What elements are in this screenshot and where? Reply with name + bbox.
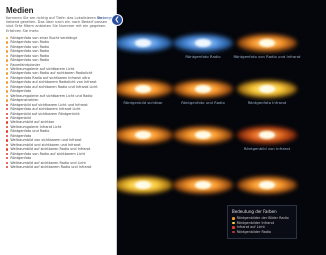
category-dot-icon bbox=[6, 90, 9, 93]
category-dot-icon bbox=[6, 41, 9, 44]
category-dot-icon bbox=[6, 81, 9, 84]
category-dot-icon bbox=[6, 99, 9, 102]
category-dot-icon bbox=[6, 125, 9, 129]
galaxy-tile[interactable]: Röntgenbild von Infrarot bbox=[232, 112, 302, 158]
chevron-left-icon: ❮ bbox=[114, 16, 120, 23]
galaxy-core bbox=[259, 85, 275, 93]
category-dot-icon bbox=[6, 134, 9, 138]
category-dot-icon bbox=[6, 36, 9, 40]
category-dot-icon bbox=[6, 112, 9, 115]
galaxy-tile-label: Röntgenfoto Infrarot bbox=[247, 100, 287, 105]
category-dot-icon bbox=[6, 63, 9, 66]
media-list-item[interactable]: Weltraumbild auf sichtbarem Radio und In… bbox=[6, 165, 112, 169]
category-dot-icon bbox=[6, 108, 9, 111]
category-dot-icon bbox=[6, 121, 9, 124]
media-side-panel: Medien Kommen Sie am richtig auf Tiefe: … bbox=[0, 0, 117, 255]
category-dot-icon bbox=[6, 68, 9, 71]
category-dot-icon bbox=[6, 161, 9, 164]
galaxy-tile[interactable]: Röntgenfoto und Radio bbox=[168, 66, 238, 112]
galaxy-core bbox=[195, 85, 211, 93]
galaxy-tile[interactable] bbox=[232, 162, 302, 208]
legend-row: Röntgenbilder Radio bbox=[232, 230, 292, 235]
galaxy-core bbox=[135, 85, 151, 93]
category-dot-icon bbox=[6, 148, 9, 151]
legend-title: Bedeutung der Farben bbox=[232, 209, 277, 214]
category-dot-icon bbox=[6, 117, 9, 120]
category-dot-icon bbox=[6, 143, 9, 147]
color-legend: Bedeutung der Farben Röntgenbilder der B… bbox=[227, 205, 297, 239]
legend-dot-icon bbox=[232, 230, 235, 234]
legend-dot-icon bbox=[232, 226, 235, 229]
galaxy-core bbox=[259, 39, 275, 47]
galaxy-core bbox=[195, 181, 211, 189]
category-dot-icon bbox=[6, 50, 9, 53]
galaxy-core bbox=[259, 181, 275, 189]
category-dot-icon bbox=[6, 85, 9, 89]
category-dot-icon bbox=[6, 139, 9, 142]
category-dot-icon bbox=[6, 94, 9, 98]
galaxy-tile-label: Röntgenfoto und Radio bbox=[181, 100, 225, 105]
category-dot-icon bbox=[6, 157, 9, 160]
galaxy-core bbox=[195, 131, 211, 139]
legend-dot-icon bbox=[232, 221, 235, 225]
category-dot-icon bbox=[6, 76, 9, 80]
galaxy-core bbox=[135, 181, 151, 189]
collapse-panel-button[interactable]: ❮ bbox=[111, 14, 123, 26]
media-list-item-label: Weltraumbild auf sichtbarem Radio und In… bbox=[10, 164, 92, 169]
category-dot-icon bbox=[6, 59, 9, 62]
galaxy-tile[interactable] bbox=[168, 112, 238, 158]
galaxy-core bbox=[195, 39, 211, 47]
category-dot-icon bbox=[6, 45, 9, 49]
media-list: Röntgenfoto von einer Bucht verdrängt Rön… bbox=[6, 36, 112, 170]
category-dot-icon bbox=[6, 72, 9, 75]
galaxy-tile[interactable]: Röntgenfoto Radio bbox=[168, 20, 238, 66]
galaxy-core bbox=[135, 131, 151, 139]
panel-title: Medien bbox=[6, 6, 34, 15]
galaxy-tile[interactable] bbox=[168, 162, 238, 208]
category-dot-icon bbox=[6, 130, 9, 133]
galaxy-tile-label: Röntgenbild von Infrarot bbox=[243, 146, 291, 151]
category-dot-icon bbox=[6, 103, 9, 107]
category-dot-icon bbox=[6, 165, 9, 169]
category-dot-icon bbox=[6, 152, 9, 156]
legend-label: Röntgenbilder Radio bbox=[236, 229, 272, 234]
category-dot-icon bbox=[6, 54, 9, 58]
galaxy-tile-label: Röntgenfoto Radio bbox=[185, 54, 221, 59]
legend-rows: Röntgenbilder der Bilder Radio Röntgenbil… bbox=[232, 216, 292, 234]
legend-dot-icon bbox=[232, 217, 235, 220]
galaxy-core bbox=[259, 131, 275, 139]
galaxy-tile-label: Röntgenfoto von Radio und Infrarot bbox=[233, 54, 301, 59]
galaxy-tile[interactable]: Röntgenfoto Infrarot bbox=[232, 66, 302, 112]
galaxy-tile[interactable]: Röntgenfoto von Radio und Infrarot bbox=[232, 20, 302, 66]
galaxy-core bbox=[135, 39, 151, 47]
